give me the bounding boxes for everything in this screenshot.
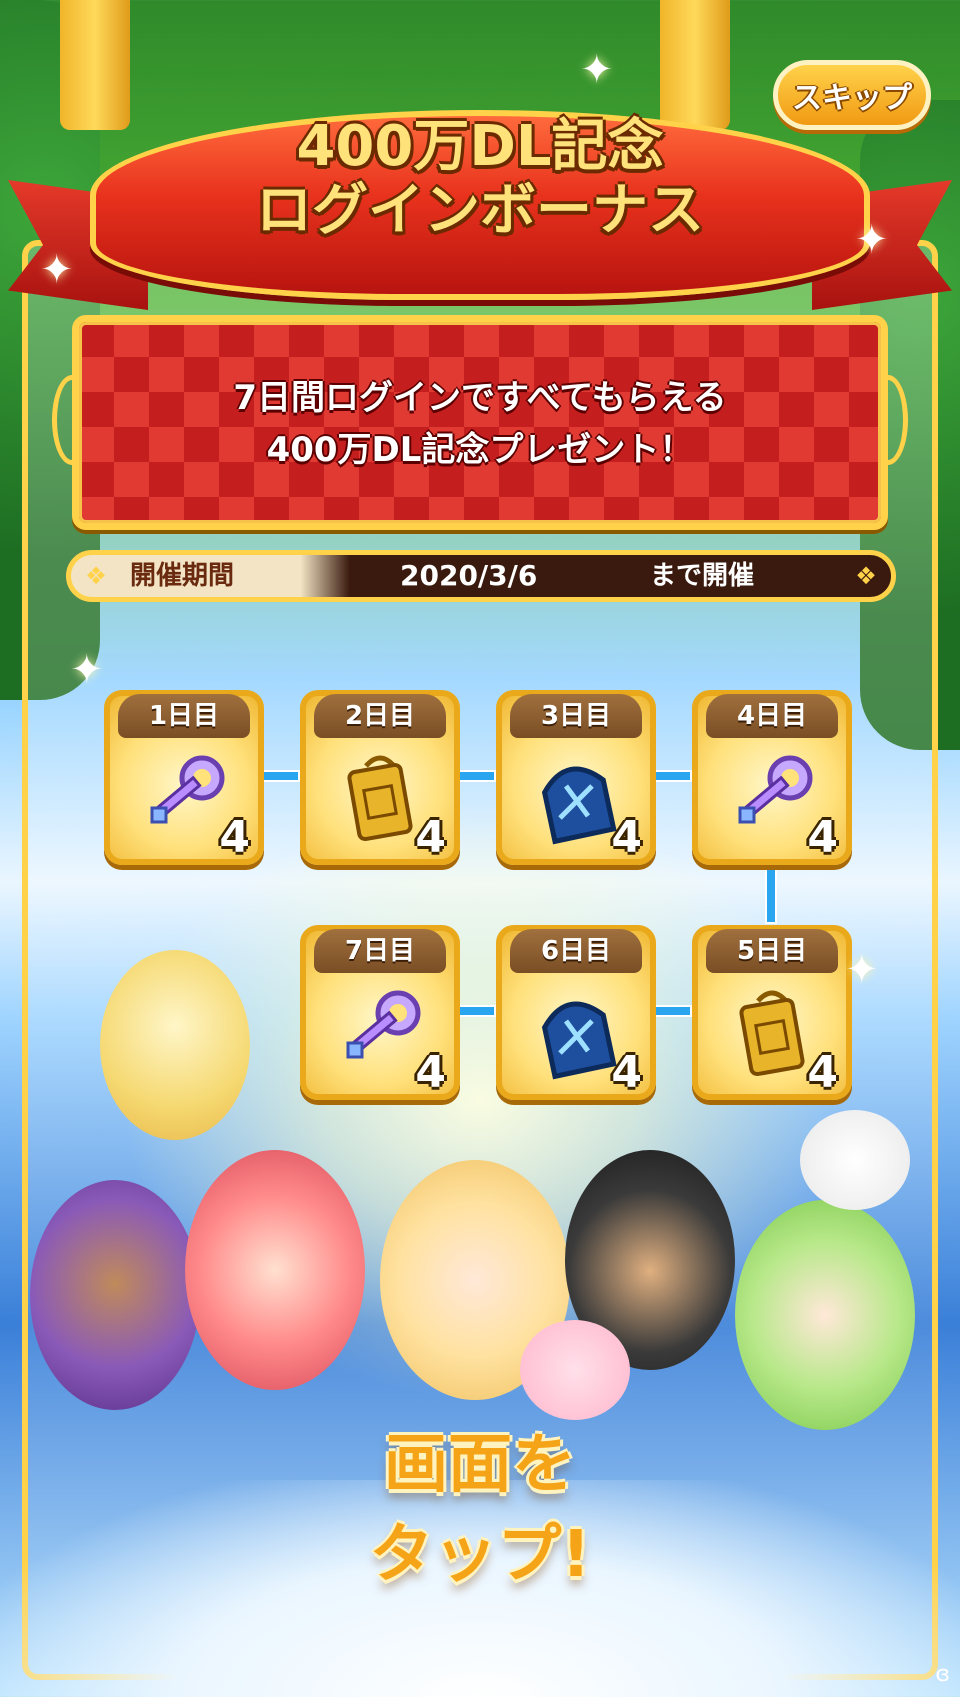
ornament-icon: ❖: [85, 562, 107, 590]
sparkle-icon: ✦: [40, 247, 74, 293]
day-label: 7日目: [314, 929, 446, 973]
day-label: 2日目: [314, 694, 446, 738]
day-count: 4: [611, 812, 642, 863]
sparkle-icon: ✦: [855, 217, 889, 263]
day-card-6[interactable]: 6日目 4: [496, 925, 656, 1100]
day-connector: [765, 862, 777, 924]
character-pig: [520, 1320, 630, 1420]
day-count: 4: [415, 1047, 446, 1098]
character-redhair: [185, 1150, 365, 1390]
day-card-4[interactable]: 4日目 4: [692, 690, 852, 865]
character-mage: [30, 1180, 200, 1410]
sparkle-icon: ✦: [580, 47, 614, 93]
character-dragon: [800, 1110, 910, 1210]
day-card-7[interactable]: 7日目 4: [300, 925, 460, 1100]
message-text: 7日間ログインですべてもらえる 400万DL記念プレゼント！: [72, 372, 888, 476]
day-label: 4日目: [706, 694, 838, 738]
banner-title: 400万DL記念 ログインボーナス: [90, 115, 870, 243]
event-until-text: まで開催: [650, 561, 755, 591]
day-count: 4: [219, 812, 250, 863]
message-line1: 7日間ログインですべてもらえる: [233, 378, 727, 418]
day-card-5[interactable]: 5日目 4: [692, 925, 852, 1100]
character-fairy: [100, 950, 250, 1140]
day-label: 1日目: [118, 694, 250, 738]
background-pillar: [660, 0, 730, 130]
day-count: 4: [415, 812, 446, 863]
character-elf: [735, 1200, 915, 1430]
watermark-logo: ɞ: [935, 1662, 950, 1687]
day-card-1[interactable]: 1日目 4: [104, 690, 264, 865]
tap-prompt-line1: 画面を: [384, 1428, 576, 1502]
day-label: 6日目: [510, 929, 642, 973]
banner-title-line2: ログインボーナス: [256, 178, 704, 243]
ornament-icon: ❖: [855, 562, 877, 590]
sparkle-icon: ✦: [70, 647, 104, 693]
event-end-date: 2020/3/6: [400, 559, 538, 592]
day-count: 4: [807, 1047, 838, 1098]
day-card-3[interactable]: 3日目 4: [496, 690, 656, 865]
event-period-label: 開催期間: [130, 561, 235, 591]
background-pillar: [60, 0, 130, 130]
tap-prompt-line2: タップ!: [369, 1518, 591, 1592]
tap-screen-prompt[interactable]: 画面を タップ!: [280, 1420, 680, 1600]
day-count: 4: [807, 812, 838, 863]
skip-button[interactable]: スキップ: [773, 60, 931, 130]
banner-title-line1: 400万DL記念: [296, 114, 664, 179]
message-line2: 400万DL記念プレゼント！: [266, 430, 694, 470]
sparkle-icon: ✦: [845, 947, 879, 993]
day-label: 3日目: [510, 694, 642, 738]
day-label: 5日目: [706, 929, 838, 973]
day-count: 4: [611, 1047, 642, 1098]
day-card-2[interactable]: 2日目 4: [300, 690, 460, 865]
